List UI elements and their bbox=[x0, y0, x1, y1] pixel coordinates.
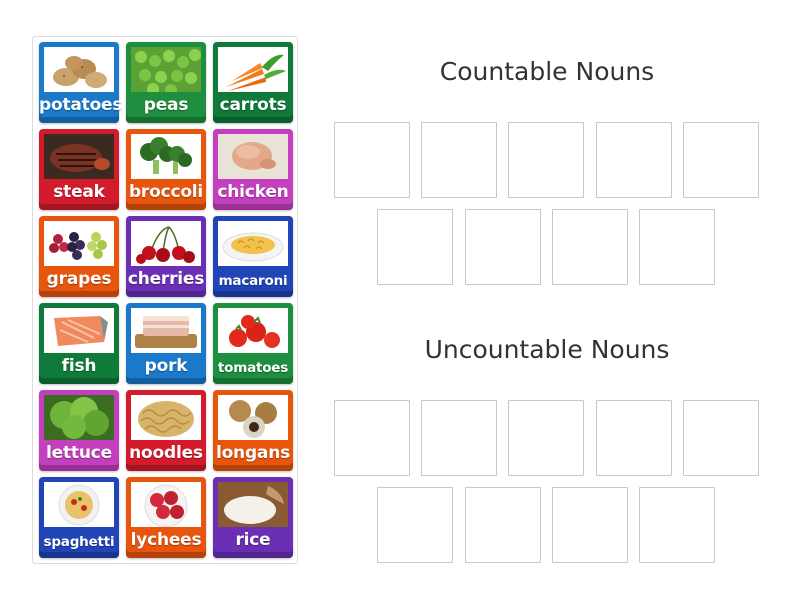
cherries-icon bbox=[131, 221, 201, 266]
card-potatoes[interactable]: potatoes bbox=[39, 42, 123, 123]
card-steak[interactable]: steak bbox=[39, 129, 119, 210]
card-label: chicken bbox=[217, 182, 289, 202]
group-heading-uncountable: Uncountable Nouns bbox=[424, 335, 670, 364]
drop-slot[interactable] bbox=[683, 122, 759, 198]
drop-slot[interactable] bbox=[421, 400, 497, 476]
card-fish[interactable]: fish bbox=[39, 303, 119, 384]
grapes-icon bbox=[44, 221, 114, 266]
drop-slot[interactable] bbox=[377, 487, 453, 563]
card-label: potatoes bbox=[39, 95, 123, 115]
card-grapes[interactable]: grapes bbox=[39, 216, 119, 297]
rice-icon bbox=[218, 482, 288, 527]
steak-icon bbox=[44, 134, 114, 179]
drop-slot[interactable] bbox=[334, 400, 410, 476]
macaroni-icon bbox=[218, 221, 288, 266]
card-longans[interactable]: longans bbox=[213, 390, 293, 471]
tomatoes-icon bbox=[218, 308, 288, 353]
card-noodles[interactable]: noodles bbox=[126, 390, 206, 471]
card-broccoli[interactable]: broccoli bbox=[126, 129, 206, 210]
peas-icon bbox=[131, 47, 201, 92]
card-lettuce[interactable]: lettuce bbox=[39, 390, 119, 471]
drop-slot[interactable] bbox=[683, 400, 759, 476]
card-rice[interactable]: rice bbox=[213, 477, 293, 558]
card-label: pork bbox=[144, 356, 188, 376]
pork-icon bbox=[131, 308, 201, 353]
card-label: peas bbox=[143, 95, 189, 115]
card-peas[interactable]: peas bbox=[126, 42, 206, 123]
card-lychees[interactable]: lychees bbox=[126, 477, 206, 558]
card-label: steak bbox=[53, 182, 105, 202]
drop-slot[interactable] bbox=[596, 400, 672, 476]
fish-icon bbox=[44, 308, 114, 353]
lettuce-icon bbox=[44, 395, 114, 440]
card-label: broccoli bbox=[128, 182, 204, 202]
drop-slot[interactable] bbox=[552, 487, 628, 563]
card-pork[interactable]: pork bbox=[126, 303, 206, 384]
card-palette: potatoes peas carrots steak broccoli chi… bbox=[32, 36, 298, 564]
drop-slot[interactable] bbox=[508, 400, 584, 476]
card-label: carrots bbox=[219, 95, 287, 115]
noodles-icon bbox=[131, 395, 201, 440]
card-chicken[interactable]: chicken bbox=[213, 129, 293, 210]
card-spaghetti[interactable]: spaghetti bbox=[39, 477, 119, 558]
card-label: grapes bbox=[46, 269, 112, 289]
card-label: noodles bbox=[129, 443, 203, 463]
drop-slot[interactable] bbox=[465, 209, 541, 285]
potatoes-icon bbox=[44, 47, 114, 92]
drop-slot[interactable] bbox=[377, 209, 453, 285]
card-cherries[interactable]: cherries bbox=[126, 216, 206, 297]
card-label: spaghetti bbox=[43, 534, 115, 550]
lychees-icon bbox=[131, 482, 201, 527]
card-label: lettuce bbox=[46, 443, 112, 463]
group-heading-countable: Countable Nouns bbox=[439, 57, 655, 86]
carrots-icon bbox=[218, 47, 288, 92]
spaghetti-icon bbox=[44, 482, 114, 527]
longans-icon bbox=[218, 395, 288, 440]
card-label: rice bbox=[235, 530, 271, 550]
drop-slot[interactable] bbox=[596, 122, 672, 198]
card-macaroni[interactable]: macaroni bbox=[213, 216, 293, 297]
card-label: cherries bbox=[127, 269, 205, 289]
card-label: fish bbox=[61, 356, 97, 376]
card-tomatoes[interactable]: tomatoes bbox=[213, 303, 293, 384]
drop-slot[interactable] bbox=[508, 122, 584, 198]
card-label: macaroni bbox=[218, 273, 288, 289]
card-label: longans bbox=[215, 443, 291, 463]
drop-slot[interactable] bbox=[465, 487, 541, 563]
drop-slot[interactable] bbox=[334, 122, 410, 198]
card-label: lychees bbox=[130, 530, 202, 550]
chicken-icon bbox=[218, 134, 288, 179]
drop-slot[interactable] bbox=[421, 122, 497, 198]
drop-slot[interactable] bbox=[639, 209, 715, 285]
drop-slot[interactable] bbox=[552, 209, 628, 285]
card-label: tomatoes bbox=[217, 360, 289, 376]
card-carrots[interactable]: carrots bbox=[213, 42, 293, 123]
broccoli-icon bbox=[131, 134, 201, 179]
drop-slot[interactable] bbox=[639, 487, 715, 563]
